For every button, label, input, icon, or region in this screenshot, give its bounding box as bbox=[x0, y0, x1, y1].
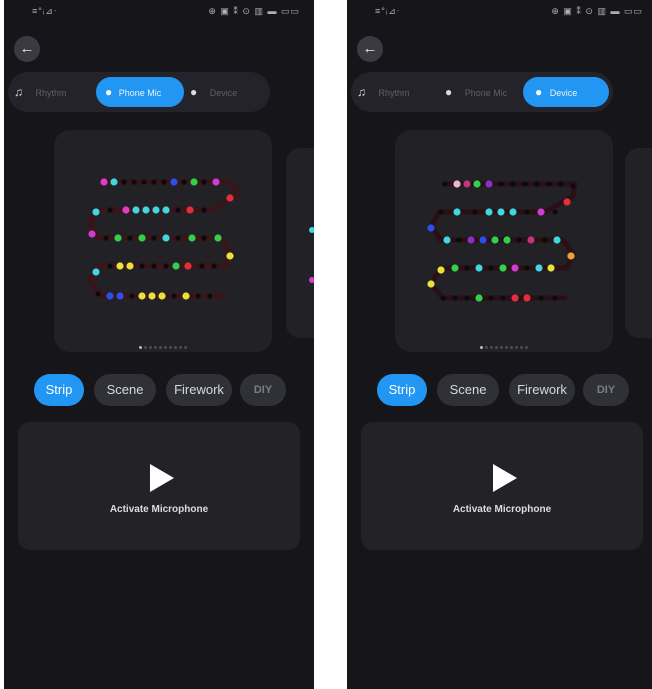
status-bar: ≡°ᵢ⊿ᐧ ⊕ ▣ ⁑ ⊙ ▥ ▬ ▭▭ bbox=[4, 6, 314, 22]
activate-microphone-label: Activate Microphone bbox=[452, 504, 552, 515]
microphone-icon: ● bbox=[190, 85, 198, 99]
tab-device-label: Device bbox=[209, 88, 238, 98]
tab-rhythm[interactable]: ♫ Rhythm bbox=[14, 77, 67, 107]
mode-tabs: ♫ Rhythm ● Phone Mic ● Device bbox=[351, 72, 613, 112]
tab-rhythm[interactable]: ♫ Rhythm bbox=[357, 77, 410, 107]
music-note-icon: ♫ bbox=[14, 85, 23, 99]
back-button[interactable]: ← bbox=[14, 36, 40, 62]
tab-phone-mic[interactable]: ● Phone Mic bbox=[445, 77, 507, 107]
tab-phone-mic-label: Phone Mic bbox=[118, 88, 162, 98]
effect-tab-firework[interactable]: Firework bbox=[166, 374, 232, 406]
pager-dot bbox=[154, 346, 157, 350]
pager-dots bbox=[54, 339, 272, 357]
pager-dot bbox=[159, 346, 162, 350]
effect-tab-scene[interactable]: Scene bbox=[94, 374, 156, 406]
pager-dots bbox=[395, 339, 613, 357]
play-icon[interactable] bbox=[493, 464, 517, 492]
tab-device[interactable]: ● Device bbox=[523, 77, 609, 107]
pager-dot bbox=[510, 346, 513, 350]
pager-dot bbox=[525, 346, 528, 350]
back-button[interactable]: ← bbox=[357, 36, 383, 62]
led-strip-pattern bbox=[427, 180, 578, 302]
effect-tabs: Strip Scene Firework DIY bbox=[347, 374, 652, 406]
effect-tabs: Strip Scene Firework DIY bbox=[4, 374, 314, 406]
status-right: ⊕ ▣ ⁑ ⊙ ▥ ▬ ▭▭ bbox=[551, 6, 643, 16]
effect-tab-diy[interactable]: DIY bbox=[240, 374, 286, 406]
music-note-icon: ♫ bbox=[357, 85, 366, 99]
status-right: ⊕ ▣ ⁑ ⊙ ▥ ▬ ▭▭ bbox=[208, 6, 300, 16]
phone-screen-phone-mic: ≡°ᵢ⊿ᐧ ⊕ ▣ ⁑ ⊙ ▥ ▬ ▭▭ ← ♫ Rhythm ● Phone … bbox=[4, 0, 314, 689]
pager-dot bbox=[515, 346, 518, 350]
activate-microphone-panel[interactable]: Activate Microphone bbox=[361, 422, 643, 550]
pager-dot bbox=[184, 346, 187, 350]
pager-dot bbox=[144, 346, 147, 350]
next-effect-card[interactable] bbox=[625, 148, 652, 338]
effect-tab-scene[interactable]: Scene bbox=[437, 374, 499, 406]
effect-tab-diy[interactable]: DIY bbox=[583, 374, 629, 406]
tab-phone-mic[interactable]: ● Phone Mic bbox=[96, 77, 184, 107]
next-effect-card[interactable] bbox=[286, 148, 314, 338]
microphone-icon: ● bbox=[535, 85, 543, 99]
effect-tab-strip[interactable]: Strip bbox=[34, 374, 84, 406]
phone-screen-device: ≡°ᵢ⊿ᐧ ⊕ ▣ ⁑ ⊙ ▥ ▬ ▭▭ ← ♫ Rhythm ● Phone … bbox=[347, 0, 652, 689]
back-arrow-icon: ← bbox=[362, 40, 378, 57]
pager-dot-active bbox=[139, 346, 142, 350]
tab-phone-mic-label: Phone Mic bbox=[464, 88, 508, 98]
status-left: ≡°ᵢ⊿ᐧ bbox=[32, 6, 58, 16]
pager-dot bbox=[495, 346, 498, 350]
pager-dot bbox=[485, 346, 488, 350]
activate-microphone-label: Activate Microphone bbox=[109, 504, 209, 515]
effect-tab-firework[interactable]: Firework bbox=[509, 374, 575, 406]
microphone-icon: ● bbox=[445, 85, 453, 99]
pager-dot-active bbox=[480, 346, 483, 350]
tab-device-label: Device bbox=[549, 88, 578, 98]
tab-rhythm-label: Rhythm bbox=[35, 88, 67, 98]
pager-dot bbox=[520, 346, 523, 350]
mode-tabs: ♫ Rhythm ● Phone Mic ● Device bbox=[8, 72, 270, 112]
play-icon[interactable] bbox=[150, 464, 174, 492]
status-bar: ≡°ᵢ⊿ᐧ ⊕ ▣ ⁑ ⊙ ▥ ▬ ▭▭ bbox=[347, 6, 652, 22]
pager-dot bbox=[500, 346, 503, 350]
pager-dot bbox=[164, 346, 167, 350]
tab-rhythm-label: Rhythm bbox=[378, 88, 410, 98]
effect-tab-strip[interactable]: Strip bbox=[377, 374, 427, 406]
back-arrow-icon: ← bbox=[19, 40, 35, 57]
tab-device[interactable]: ● Device bbox=[190, 77, 237, 107]
pager-dot bbox=[505, 346, 508, 350]
led-strip-pattern bbox=[87, 178, 242, 300]
pager-dot bbox=[174, 346, 177, 350]
effect-preview-card[interactable] bbox=[54, 130, 272, 352]
effect-preview-card[interactable] bbox=[395, 130, 613, 352]
activate-microphone-panel[interactable]: Activate Microphone bbox=[18, 422, 300, 550]
status-left: ≡°ᵢ⊿ᐧ bbox=[375, 6, 401, 16]
pager-dot bbox=[149, 346, 152, 350]
microphone-icon: ● bbox=[105, 85, 113, 99]
led-strip-pattern-peek bbox=[309, 227, 314, 283]
pager-dot bbox=[490, 346, 493, 350]
pager-dot bbox=[169, 346, 172, 350]
pager-dot bbox=[179, 346, 182, 350]
